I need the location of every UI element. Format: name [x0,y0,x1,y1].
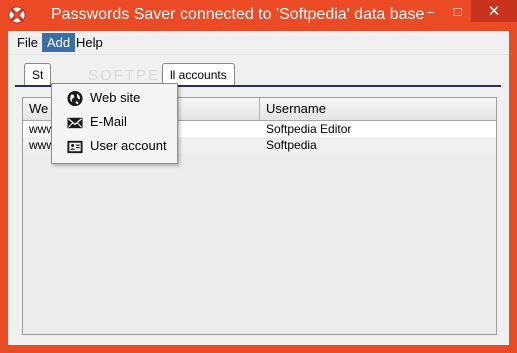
menu-item-user-account[interactable]: User account [52,135,177,157]
client-area: File Add Help SOFTPEDIA St ll accounts W… [8,31,509,345]
title-bar[interactable]: Passwords Saver connected to 'Softpedia'… [0,0,517,31]
id-card-icon [67,140,83,154]
menu-item-web-site[interactable]: Web site [52,87,177,109]
close-button[interactable]: ✕ [471,0,517,22]
menu-file[interactable]: File [12,33,43,52]
menu-item-label: User account [90,138,167,153]
window-title: Passwords Saver connected to 'Softpedia'… [51,6,425,23]
menu-bar: File Add Help [8,31,509,55]
tab-websites[interactable]: St [24,63,52,86]
globe-icon [67,90,83,107]
menu-item-label: E-Mail [90,114,127,129]
envelope-icon [67,117,83,129]
maximize-button[interactable]: □ [444,0,471,22]
column-header-username[interactable]: Username [260,98,496,120]
lifebuoy-icon[interactable] [7,5,27,25]
window-controls: – □ ✕ [417,0,517,22]
cell-username: Softpedia [266,138,317,152]
menu-help[interactable]: Help [71,33,108,52]
menu-item-label: Web site [90,90,141,105]
menu-item-e-mail[interactable]: E-Mail [52,111,177,133]
app-window: Passwords Saver connected to 'Softpedia'… [0,0,517,353]
minimize-button[interactable]: – [417,0,444,22]
cell-username: Softpedia Editor [266,122,352,136]
add-menu-dropdown: Web site E-Mail User account [51,83,178,164]
